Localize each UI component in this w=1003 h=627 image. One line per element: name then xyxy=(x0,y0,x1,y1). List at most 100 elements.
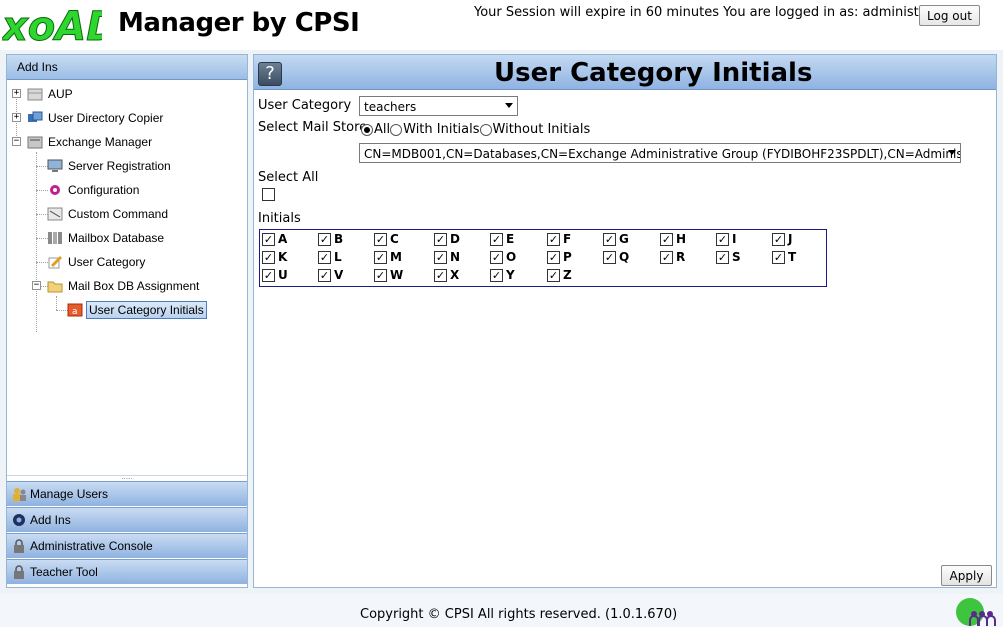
initial-checkbox-x[interactable]: ✓ X xyxy=(434,268,459,282)
checkmark-icon[interactable]: ✓ xyxy=(772,232,785,246)
initial-checkbox-w[interactable]: ✓ W xyxy=(374,268,403,282)
initial-checkbox-o[interactable]: ✓ O xyxy=(490,250,516,264)
initial-label: P xyxy=(563,250,572,264)
initial-checkbox-p[interactable]: ✓ P xyxy=(547,250,572,264)
checkmark-icon[interactable]: ✓ xyxy=(490,250,503,264)
initial-checkbox-l[interactable]: ✓ L xyxy=(318,250,342,264)
accordion-add-ins[interactable]: Add Ins xyxy=(7,507,247,532)
tree-item-server-registration[interactable]: Server Registration xyxy=(47,156,173,176)
footer: Copyright © CPSI All rights reserved. (1… xyxy=(0,594,1003,627)
initial-checkbox-f[interactable]: ✓ F xyxy=(547,232,571,246)
radio-with-initials[interactable] xyxy=(390,123,403,136)
initial-label: C xyxy=(390,232,399,246)
tree-item-exchange-manager[interactable]: Exchange Manager xyxy=(27,132,154,152)
page-title: User Category Initials xyxy=(494,58,813,88)
monitor-icon xyxy=(47,159,63,173)
initial-checkbox-b[interactable]: ✓ B xyxy=(318,232,343,246)
initial-label: M xyxy=(390,250,402,264)
checkmark-icon[interactable]: ✓ xyxy=(772,250,785,264)
accordion-teacher-tool[interactable]: Teacher Tool xyxy=(7,559,247,584)
initial-checkbox-z[interactable]: ✓ Z xyxy=(547,268,572,282)
logout-button[interactable]: Log out xyxy=(919,5,980,26)
checkmark-icon[interactable]: ✓ xyxy=(434,232,447,246)
tree-item-user-category-initials[interactable]: a User Category Initials xyxy=(67,300,207,320)
checkmark-icon[interactable]: ✓ xyxy=(262,250,275,264)
initial-checkbox-r[interactable]: ✓ R xyxy=(660,250,685,264)
checkmark-icon[interactable]: ✓ xyxy=(716,232,729,246)
checkmark-icon[interactable]: ✓ xyxy=(262,232,275,246)
initial-checkbox-y[interactable]: ✓ Y xyxy=(490,268,515,282)
expand-user-directory-copier-icon[interactable]: + xyxy=(12,113,21,122)
radio-all[interactable] xyxy=(361,123,373,136)
checkmark-icon[interactable]: ✓ xyxy=(547,250,560,264)
initial-checkbox-e[interactable]: ✓ E xyxy=(490,232,514,246)
checkmark-icon[interactable]: ✓ xyxy=(374,232,387,246)
initial-checkbox-h[interactable]: ✓ H xyxy=(660,232,686,246)
initial-checkbox-g[interactable]: ✓ G xyxy=(603,232,629,246)
initial-checkbox-t[interactable]: ✓ T xyxy=(772,250,796,264)
initial-label: U xyxy=(278,268,288,282)
initial-checkbox-v[interactable]: ✓ V xyxy=(318,268,343,282)
checkmark-icon[interactable]: ✓ xyxy=(318,268,331,282)
checkmark-icon[interactable]: ✓ xyxy=(318,232,331,246)
checkmark-icon[interactable]: ✓ xyxy=(660,250,673,264)
checkmark-icon[interactable]: ✓ xyxy=(603,232,616,246)
apply-button[interactable]: Apply xyxy=(941,565,992,586)
checkmark-icon[interactable]: ✓ xyxy=(434,250,447,264)
collapse-exchange-manager-icon[interactable]: − xyxy=(12,137,21,146)
initial-checkbox-d[interactable]: ✓ D xyxy=(434,232,460,246)
sidebar: Add Ins + AUP + User Directory Copier − … xyxy=(6,54,248,588)
select-all-checkbox[interactable] xyxy=(262,188,275,201)
help-icon[interactable]: ? xyxy=(258,62,282,86)
tree-item-label: User Directory Copier xyxy=(48,111,164,125)
initial-label: G xyxy=(619,232,629,246)
radio-with-initials-label[interactable]: With Initials xyxy=(403,122,479,137)
checkmark-icon[interactable]: ✓ xyxy=(318,250,331,264)
tree-item-mailbox-database[interactable]: Mailbox Database xyxy=(47,228,166,248)
tree-item-user-directory-copier[interactable]: User Directory Copier xyxy=(27,108,165,128)
mail-store-select[interactable]: CN=MDB001,CN=Databases,CN=Exchange Admin… xyxy=(359,143,961,163)
initial-checkbox-k[interactable]: ✓ K xyxy=(262,250,287,264)
tree-item-label: Mailbox Database xyxy=(68,231,165,245)
radio-without-initials[interactable] xyxy=(479,123,492,136)
initial-checkbox-s[interactable]: ✓ S xyxy=(716,250,741,264)
initial-checkbox-j[interactable]: ✓ J xyxy=(772,232,792,246)
user-category-select[interactable]: teachers xyxy=(359,96,518,116)
collapse-mailbox-db-assignment-icon[interactable]: − xyxy=(32,281,41,290)
tree-item-user-category[interactable]: User Category xyxy=(47,252,147,272)
command-icon xyxy=(47,207,63,221)
checkmark-icon[interactable]: ✓ xyxy=(374,268,387,282)
initial-checkbox-n[interactable]: ✓ N xyxy=(434,250,460,264)
checkmark-icon[interactable]: ✓ xyxy=(434,268,447,282)
checkmark-icon[interactable]: ✓ xyxy=(262,268,275,282)
tree-item-mailbox-db-assignment[interactable]: Mail Box DB Assignment xyxy=(47,276,201,296)
checkmark-icon[interactable]: ✓ xyxy=(660,232,673,246)
radio-all-label[interactable]: All xyxy=(374,122,390,137)
checkmark-icon[interactable]: ✓ xyxy=(603,250,616,264)
initial-checkbox-m[interactable]: ✓ M xyxy=(374,250,402,264)
checkmark-icon[interactable]: ✓ xyxy=(490,268,503,282)
initial-checkbox-c[interactable]: ✓ C xyxy=(374,232,399,246)
tree-item-custom-command[interactable]: Custom Command xyxy=(47,204,170,224)
tree-item-configuration[interactable]: Configuration xyxy=(47,180,141,200)
radio-without-initials-label[interactable]: Without Initials xyxy=(493,122,591,137)
checkmark-icon[interactable]: ✓ xyxy=(374,250,387,264)
tree-item-aup[interactable]: AUP xyxy=(27,84,75,104)
checkmark-icon[interactable]: ✓ xyxy=(490,232,503,246)
initial-checkbox-i[interactable]: ✓ I xyxy=(716,232,736,246)
initial-checkbox-q[interactable]: ✓ Q xyxy=(603,250,629,264)
checkmark-icon[interactable]: ✓ xyxy=(716,250,729,264)
initial-label: H xyxy=(676,232,687,246)
expand-aup-icon[interactable]: + xyxy=(12,89,21,98)
accordion-manage-users[interactable]: Manage Users xyxy=(7,481,247,506)
accordion-administrative-console[interactable]: Administrative Console xyxy=(7,533,247,558)
copier-icon xyxy=(27,111,43,125)
initials-grid: ✓ A ✓ B ✓ C ✓ D ✓ E ✓ F ✓ G ✓ H ✓ I ✓ J ✓ K ✓ L ✓ M ✓ N ✓ O ✓ P ✓ Q ✓ R ✓ S ✓ T… xyxy=(259,229,827,287)
initial-checkbox-a[interactable]: ✓ A xyxy=(262,232,287,246)
community-logo-icon xyxy=(956,598,996,626)
checkmark-icon[interactable]: ✓ xyxy=(547,268,560,282)
sidebar-header[interactable]: Add Ins xyxy=(7,55,247,80)
initial-checkbox-u[interactable]: ✓ U xyxy=(262,268,288,282)
checkmark-icon[interactable]: ✓ xyxy=(547,232,560,246)
tree-item-label: Configuration xyxy=(68,183,140,197)
